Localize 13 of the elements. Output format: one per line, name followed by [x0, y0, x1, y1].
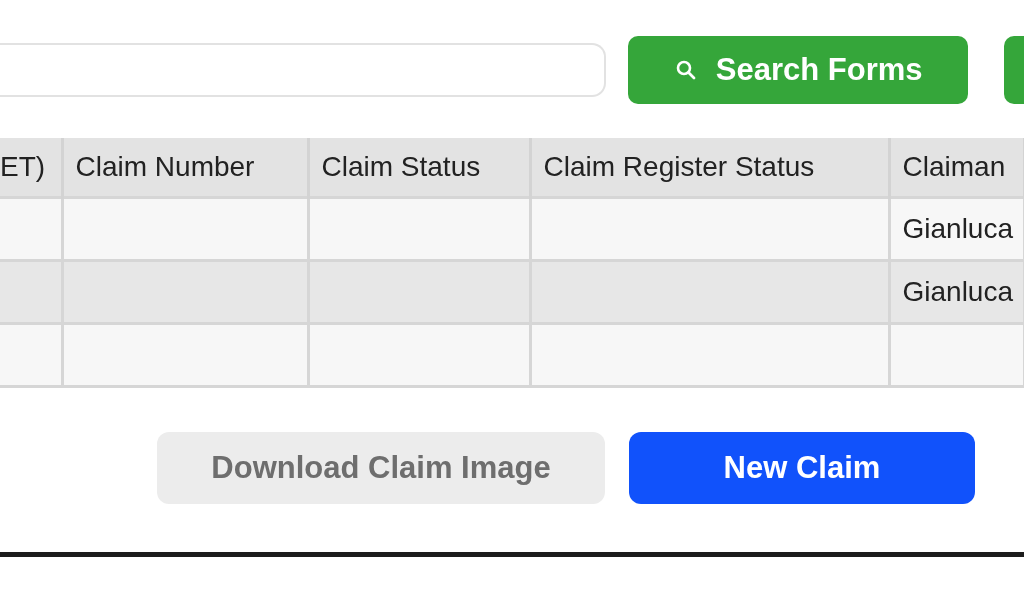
- table-cell: Gianluca: [889, 260, 1024, 324]
- action-button[interactable]: [1004, 36, 1024, 104]
- new-claim-button[interactable]: New Claim: [629, 432, 975, 504]
- table-cell: Gianluca: [889, 197, 1024, 261]
- table-cell: [0, 197, 62, 261]
- column-header: Claim Status: [308, 138, 530, 198]
- table-cell: [0, 260, 62, 324]
- column-header: Claim Register Status: [530, 138, 889, 198]
- column-header: Claim Number: [62, 138, 308, 198]
- search-field[interactable]: [0, 43, 607, 97]
- column-header: Claiman: [889, 138, 1024, 198]
- column-header: ET): [0, 138, 62, 198]
- search-forms-button[interactable]: Search Forms: [628, 36, 969, 104]
